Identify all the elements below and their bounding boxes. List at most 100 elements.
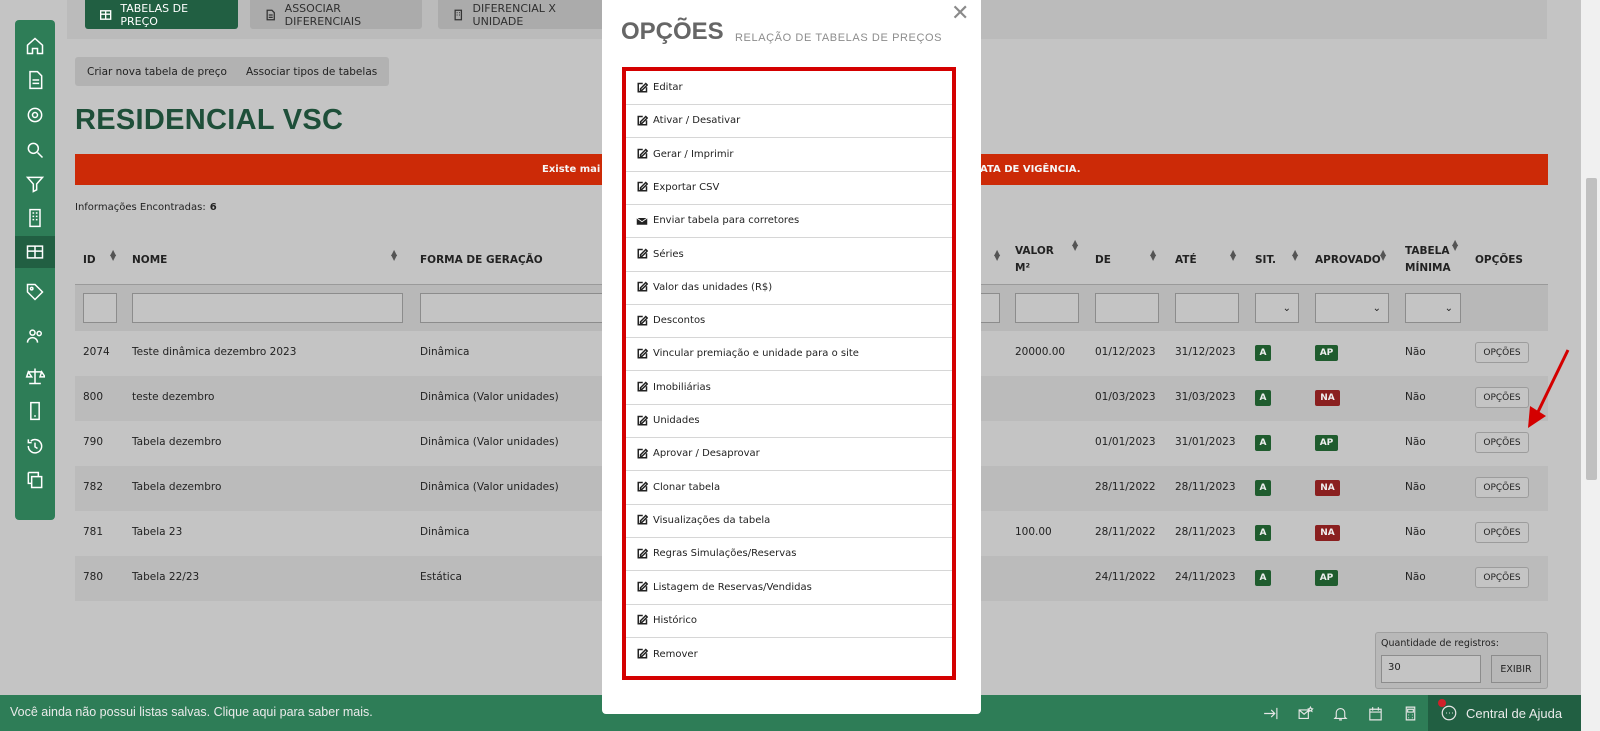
sort-icon[interactable]: ▲ ▼	[1230, 249, 1236, 262]
close-icon[interactable]: ✕	[951, 3, 969, 25]
home-icon[interactable]	[15, 30, 55, 62]
sort-icon[interactable]: ▲ ▼	[391, 249, 397, 262]
menu-item[interactable]: Gerar / Imprimir	[626, 138, 952, 172]
col-de[interactable]: DE	[1095, 235, 1111, 284]
menu-item-label: Enviar tabela para corretores	[653, 215, 800, 227]
logout-icon[interactable]	[1260, 703, 1280, 723]
filter-sit-select[interactable]: ⌄	[1255, 293, 1299, 323]
calendar-icon[interactable]	[1365, 703, 1385, 723]
bell-icon[interactable]	[1330, 703, 1350, 723]
create-price-table-button[interactable]: Criar nova tabela de preço	[75, 57, 239, 86]
sort-icon[interactable]: ▲ ▼	[1072, 239, 1078, 252]
sort-icon[interactable]: ▲ ▼	[994, 249, 1000, 262]
col-valor[interactable]: VALOR M²	[1015, 235, 1054, 284]
edit-icon	[636, 514, 648, 526]
mobile-icon[interactable]	[15, 395, 55, 427]
saved-lists-message[interactable]: Você ainda não possui listas salvas. Cli…	[10, 705, 373, 719]
menu-item[interactable]: Visualizações da tabela	[626, 504, 952, 538]
options-button[interactable]: OPÇÕES	[1475, 432, 1529, 453]
col-aprovado[interactable]: APROVADO	[1315, 235, 1381, 284]
menu-item-label: Regras Simulações/Reservas	[653, 548, 797, 560]
menu-item[interactable]: Editar	[626, 71, 952, 105]
sort-icon[interactable]: ▲ ▼	[1380, 249, 1386, 262]
col-id[interactable]: ID	[83, 235, 96, 284]
filter-nome-input[interactable]	[132, 293, 403, 323]
edit-icon	[636, 448, 648, 460]
filter-minima-select[interactable]: ⌄	[1405, 293, 1461, 323]
status-badge: A	[1255, 570, 1271, 586]
menu-item[interactable]: Regras Simulações/Reservas	[626, 537, 952, 572]
sort-icon[interactable]: ▲ ▼	[1150, 249, 1156, 262]
options-button[interactable]: OPÇÕES	[1475, 387, 1529, 408]
menu-item[interactable]: Aprovar / Desaprovar	[626, 437, 952, 472]
users-icon[interactable]	[15, 320, 55, 352]
status-badge: A	[1255, 345, 1271, 361]
scrollbar-thumb[interactable]	[1586, 178, 1597, 480]
options-button[interactable]: OPÇÕES	[1475, 567, 1529, 588]
filter-icon[interactable]	[15, 168, 55, 200]
calculator-icon[interactable]	[1400, 703, 1420, 723]
cell-forma: Dinâmica (Valor unidades)	[420, 436, 559, 448]
options-button[interactable]: OPÇÕES	[1475, 342, 1529, 363]
menu-item[interactable]: Valor das unidades (R$)	[626, 271, 952, 305]
mail-star-icon[interactable]	[1295, 703, 1315, 723]
filter-id-input[interactable]	[83, 293, 117, 323]
options-modal: ✕ OPÇÕES RELAÇÃO DE TABELAS DE PREÇOS Ed…	[602, 0, 981, 714]
cell-nome: Teste dinâmica dezembro 2023	[132, 346, 297, 358]
tab-diferencial-x-unidade[interactable]: DIFERENCIAL X UNIDADE	[438, 0, 610, 29]
menu-item[interactable]: Unidades	[626, 404, 952, 438]
menu-item[interactable]: Enviar tabela para corretores	[626, 204, 952, 239]
history-icon[interactable]	[15, 430, 55, 462]
col-label: NOME	[132, 253, 168, 266]
chevron-down-icon: ⌄	[1282, 302, 1291, 314]
sort-icon[interactable]: ▲ ▼	[1452, 239, 1458, 252]
associate-table-types-button[interactable]: Associar tipos de tabelas	[234, 57, 390, 86]
scales-icon[interactable]	[15, 360, 55, 392]
help-center-button[interactable]: Central de Ajuda	[1428, 695, 1581, 731]
cell-de: 28/11/2022	[1095, 526, 1156, 538]
chevron-down-icon: ⌄	[1372, 302, 1381, 314]
col-nome[interactable]: NOME	[132, 235, 167, 284]
menu-item[interactable]: Vincular premiação e unidade para o site	[626, 337, 952, 372]
options-button[interactable]: OPÇÕES	[1475, 477, 1529, 498]
tag-icon[interactable]	[15, 276, 55, 308]
filter-valor-input[interactable]	[1015, 293, 1079, 323]
col-ate[interactable]: ATÉ	[1175, 235, 1197, 284]
tab-associar-diferenciais[interactable]: ASSOCIAR DIFERENCIAIS	[250, 0, 422, 29]
menu-item[interactable]: Exportar CSV	[626, 171, 952, 205]
show-button[interactable]: EXIBIR	[1491, 655, 1541, 683]
menu-item[interactable]: Séries	[626, 238, 952, 272]
col-tabela-minima[interactable]: TABELA MÍNIMA	[1405, 235, 1451, 284]
filter-ate-input[interactable]	[1175, 293, 1239, 323]
menu-item[interactable]: Listagem de Reservas/Vendidas	[626, 571, 952, 605]
records-input[interactable]: 30	[1381, 655, 1481, 683]
sort-icon[interactable]: ▲ ▼	[110, 249, 116, 262]
building-icon[interactable]	[15, 202, 55, 234]
filter-aprovado-select[interactable]: ⌄	[1315, 293, 1389, 323]
filter-de-input[interactable]	[1095, 293, 1159, 323]
col-label: VALOR	[1015, 244, 1054, 257]
col-sit[interactable]: SIT.	[1255, 235, 1276, 284]
status-badge: A	[1255, 390, 1271, 406]
copy-icon[interactable]	[15, 464, 55, 496]
menu-item[interactable]: Remover	[626, 637, 952, 671]
document-icon[interactable]	[15, 64, 55, 96]
options-button[interactable]: OPÇÕES	[1475, 522, 1529, 543]
menu-item[interactable]: Clonar tabela	[626, 471, 952, 505]
col-label: SIT.	[1255, 253, 1277, 266]
menu-item[interactable]: Histórico	[626, 604, 952, 638]
menu-item-label: Séries	[653, 248, 684, 260]
sort-icon[interactable]: ▲ ▼	[1292, 249, 1298, 262]
col-forma[interactable]: FORMA DE GERAÇÃO	[420, 235, 543, 284]
table-icon[interactable]	[15, 236, 55, 268]
menu-item[interactable]: Descontos	[626, 304, 952, 339]
col-label: M²	[1015, 261, 1031, 274]
tab-tabelas-de-preco[interactable]: TABELAS DE PREÇO	[85, 0, 238, 29]
cell-id: 790	[83, 436, 104, 448]
menu-item[interactable]: Ativar / Desativar	[626, 104, 952, 139]
search-icon[interactable]	[15, 134, 55, 166]
cell-ate: 31/03/2023	[1175, 391, 1236, 403]
menu-item[interactable]: Imobiliárias	[626, 371, 952, 405]
gear-icon[interactable]	[15, 99, 55, 131]
tab-label: TABELAS DE PREÇO	[120, 1, 189, 28]
